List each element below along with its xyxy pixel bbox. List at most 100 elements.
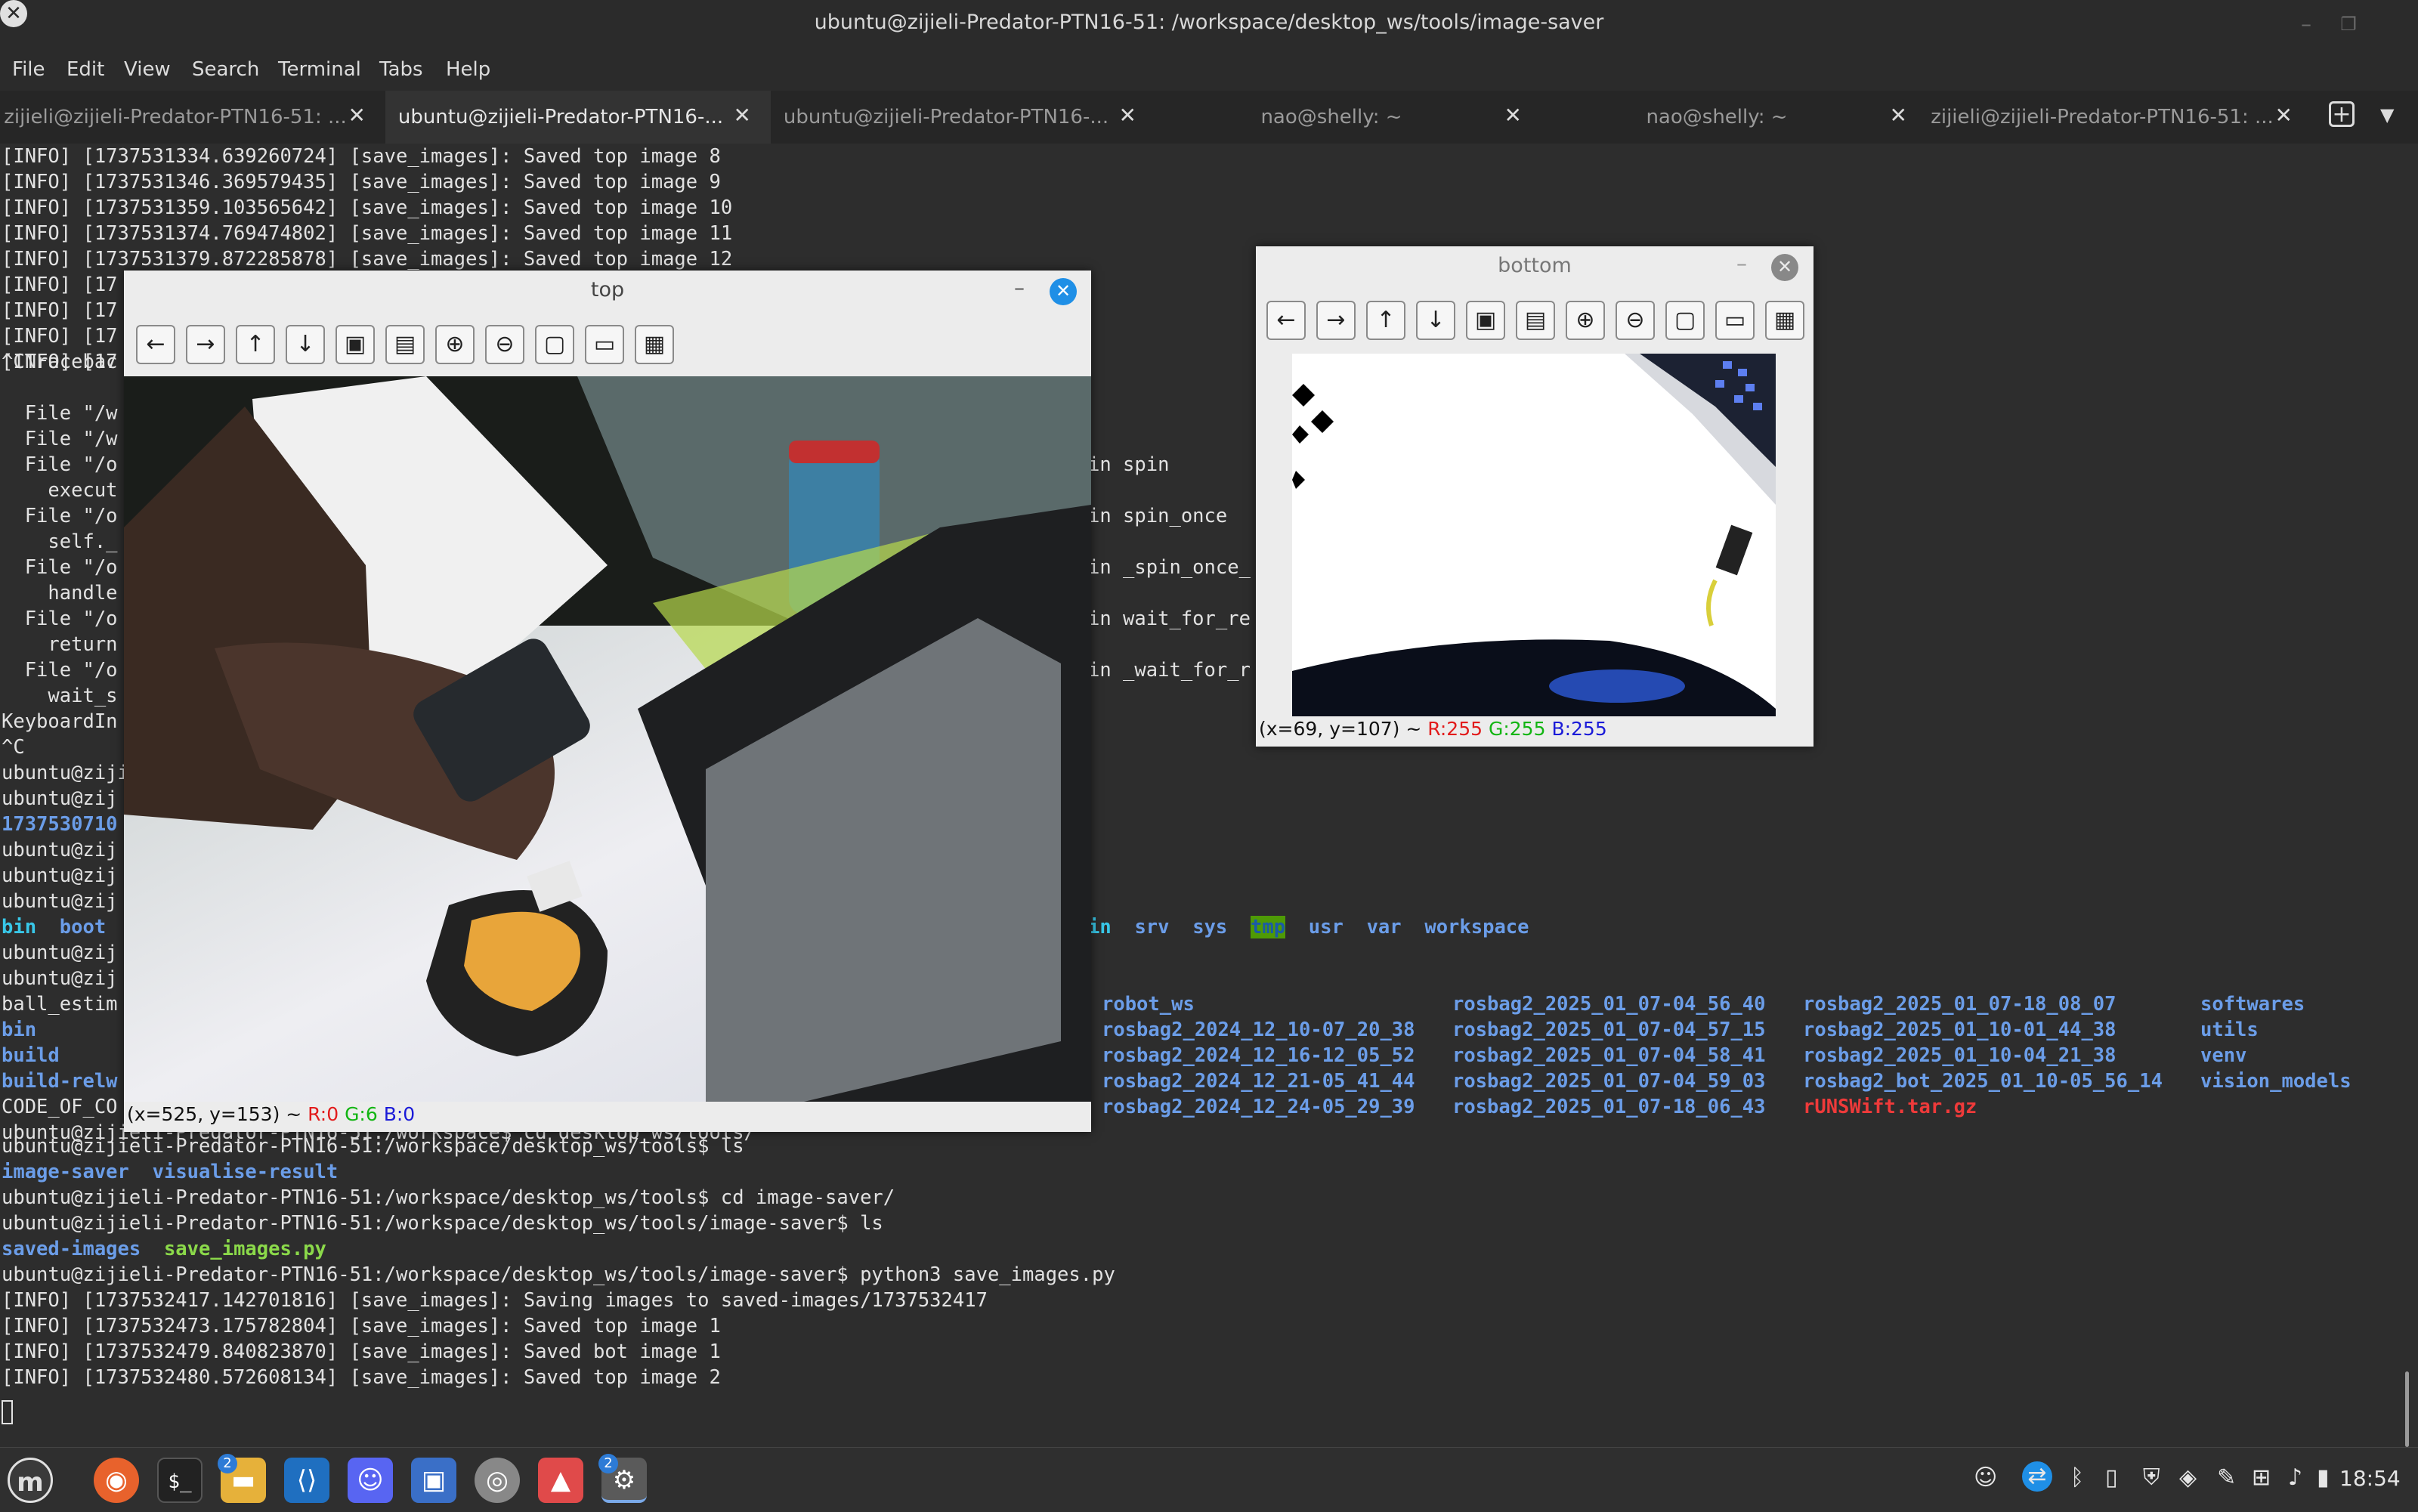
tab-6[interactable]: zijieli@zijieli-Predator-PTN16-51: ... ✕ (1927, 91, 2312, 144)
top-camera-image[interactable] (124, 376, 1091, 1102)
tab-4[interactable]: nao@shelly: ~ ✕ (1156, 91, 1541, 144)
menu-tabs[interactable]: Tabs (379, 58, 423, 81)
zoom-out-icon[interactable]: ⊖ (1616, 301, 1655, 340)
terminal-line: self._ (2, 530, 118, 553)
discord-icon[interactable]: ☺ (348, 1458, 393, 1503)
minimize-button[interactable]: – (1014, 275, 1025, 300)
bottom-camera-image[interactable] (1292, 354, 1776, 716)
menu-terminal[interactable]: Terminal (278, 58, 361, 81)
discord-tray-icon[interactable]: ☺ (1974, 1464, 1997, 1491)
files-badge: 2 (218, 1454, 237, 1473)
tab-2[interactable]: ubuntu@zijieli-Predator-PTN16-... ✕ (385, 91, 771, 144)
screenshot-icon[interactable]: ▣ (411, 1458, 456, 1503)
vscode-icon[interactable]: ⟨⟩ (284, 1458, 329, 1503)
arrow-right-icon[interactable]: → (1316, 301, 1356, 340)
terminal-line: ubuntu@zij (2, 787, 118, 810)
arrow-right-icon[interactable]: → (186, 325, 225, 364)
clipboard-icon[interactable]: ▭ (585, 325, 624, 364)
menu-bar: File Edit View Search Terminal Tabs Help (0, 50, 2418, 91)
teamviewer-tray-icon[interactable]: ⇄ (2022, 1461, 2052, 1492)
terminal-line: saved-images save_images.py (2, 1238, 326, 1260)
arrow-up-icon[interactable]: ↑ (236, 325, 275, 364)
terminal-line: [INFO] [1737531334.639260724] [save_imag… (2, 145, 721, 168)
arrow-up-icon[interactable]: ↑ (1366, 301, 1405, 340)
terminal-line: execut (2, 479, 118, 502)
tab-5[interactable]: nao@shelly: ~ ✕ (1541, 91, 1927, 144)
terminal-line: ^C (2, 736, 25, 759)
volume-icon[interactable]: ♪ (2288, 1464, 2302, 1491)
clipboard-tray-icon[interactable]: ▯ (2105, 1464, 2118, 1491)
image-icon[interactable]: ▣ (1466, 301, 1505, 340)
new-tab-icon[interactable]: + (2329, 101, 2355, 127)
close-button[interactable]: ✕ (1050, 278, 1077, 305)
minimize-button[interactable]: – (2293, 11, 2320, 38)
close-button[interactable]: ✕ (1771, 254, 1798, 281)
terminal-line: File "/o (2, 505, 118, 527)
tab-list-icon[interactable]: ▼ (2380, 104, 2394, 125)
minimize-button[interactable]: – (1736, 251, 1747, 276)
arrow-down-icon[interactable]: ↓ (286, 325, 325, 364)
terminal-line: [INFO] [1737532480.572608134] [save_imag… (2, 1366, 721, 1389)
zoom-in-icon[interactable]: ⊕ (1566, 301, 1605, 340)
properties-icon[interactable]: ▦ (635, 325, 674, 364)
zoom-in-icon[interactable]: ⊕ (435, 325, 475, 364)
network-icon[interactable]: ⊞ (2252, 1464, 2271, 1491)
ls-entry: softwares (2200, 993, 2305, 1016)
terminal-line: wait_s (2, 685, 118, 707)
tab-label: zijieli@zijieli-Predator-PTN16-51: ... (4, 106, 347, 128)
settings-badge: 2 (598, 1454, 618, 1473)
terminal-line: ubuntu@zij (2, 967, 118, 990)
tab-label: zijieli@zijieli-Predator-PTN16-51: ... (1931, 106, 2274, 128)
tab-close-icon[interactable]: ✕ (2275, 103, 2293, 128)
tab-label: ubuntu@zijieli-Predator-PTN16-... (783, 106, 1109, 128)
tab-1[interactable]: zijieli@zijieli-Predator-PTN16-51: ... ✕ (0, 91, 385, 144)
save-icon[interactable]: ▢ (535, 325, 574, 364)
battery-icon[interactable]: ▮ (2317, 1464, 2330, 1491)
terminal-line: [INFO] [1737531359.103565642] [save_imag… (2, 196, 733, 219)
menu-help[interactable]: Help (446, 58, 490, 81)
terminal-line: image-saver visualise-result (2, 1161, 339, 1183)
bluetooth-icon[interactable]: ᛒ (2070, 1464, 2084, 1491)
scrollbar-thumb[interactable] (2405, 1371, 2409, 1447)
arrow-down-icon[interactable]: ↓ (1416, 301, 1455, 340)
image-settings-icon[interactable]: ▤ (1516, 301, 1555, 340)
tab-close-icon[interactable]: ✕ (1890, 103, 1907, 128)
maximize-button[interactable]: ❐ (2335, 11, 2362, 38)
disk-icon[interactable]: ◎ (475, 1458, 520, 1503)
tab-3[interactable]: ubuntu@zijieli-Predator-PTN16-... ✕ (771, 91, 1156, 144)
vpn-icon[interactable]: ◈ (2179, 1464, 2197, 1491)
pen-icon[interactable]: ✎ (2217, 1464, 2236, 1491)
zoom-out-icon[interactable]: ⊖ (485, 325, 524, 364)
menu-file[interactable]: File (12, 58, 45, 81)
tab-close-icon[interactable]: ✕ (1504, 103, 1522, 128)
image-viewer-icon[interactable]: ▲ (538, 1458, 583, 1503)
save-icon[interactable]: ▢ (1665, 301, 1705, 340)
arrow-left-icon[interactable]: ← (136, 325, 175, 364)
clipboard-icon[interactable]: ▭ (1715, 301, 1755, 340)
terminal-line: in wait_for_re (1088, 608, 1251, 630)
tab-close-icon[interactable]: ✕ (1119, 103, 1136, 128)
terminal-line: in _wait_for_r (1088, 659, 1251, 682)
terminal-line: [INFO] [1737531374.769474802] [save_imag… (2, 222, 733, 245)
image-icon[interactable]: ▣ (335, 325, 375, 364)
menu-edit[interactable]: Edit (66, 58, 104, 81)
properties-icon[interactable]: ▦ (1765, 301, 1804, 340)
image-settings-icon[interactable]: ▤ (385, 325, 425, 364)
top-window-title: top (590, 278, 625, 301)
menu-search[interactable]: Search (192, 58, 259, 81)
arrow-left-icon[interactable]: ← (1266, 301, 1306, 340)
terminal-line: ubuntu@zij (2, 839, 118, 861)
terminal-line: File "/o (2, 556, 118, 579)
menu-view[interactable]: View (124, 58, 171, 81)
terminal-line: ubuntu@zijieli-Predator-PTN16-51:/worksp… (2, 1135, 744, 1158)
ls-entry: rosbag2_2024_12_24-05_29_39 (1102, 1096, 1415, 1118)
shield-icon[interactable]: ⛨ (2143, 1464, 2160, 1491)
clock[interactable]: 18:54 (2339, 1466, 2401, 1491)
tab-close-icon[interactable]: ✕ (734, 103, 751, 128)
terminal-line: File "/w (2, 402, 118, 425)
terminal-icon[interactable]: $_ (157, 1458, 203, 1503)
ls-entry: rosbag2_2024_12_10-07_20_38 (1102, 1019, 1415, 1041)
firefox-icon[interactable]: ◉ (94, 1458, 139, 1503)
tab-close-icon[interactable]: ✕ (348, 103, 366, 128)
menu-launcher-icon[interactable]: m (8, 1458, 53, 1503)
